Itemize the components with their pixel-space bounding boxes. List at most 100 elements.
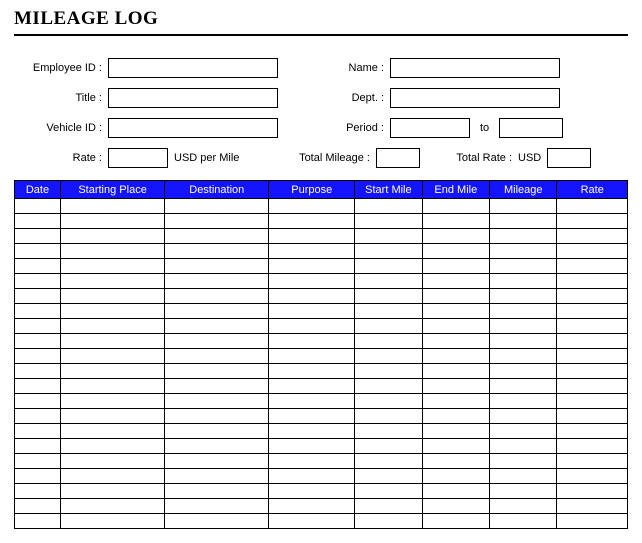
table-cell[interactable] [557, 424, 628, 439]
table-cell[interactable] [557, 409, 628, 424]
table-cell[interactable] [269, 319, 355, 334]
table-cell[interactable] [165, 259, 269, 274]
table-cell[interactable] [60, 304, 164, 319]
table-cell[interactable] [60, 409, 164, 424]
table-cell[interactable] [15, 514, 61, 529]
table-cell[interactable] [557, 364, 628, 379]
table-cell[interactable] [422, 469, 489, 484]
table-cell[interactable] [15, 319, 61, 334]
table-cell[interactable] [490, 499, 557, 514]
table-cell[interactable] [15, 259, 61, 274]
table-cell[interactable] [557, 514, 628, 529]
table-cell[interactable] [60, 214, 164, 229]
table-cell[interactable] [422, 484, 489, 499]
table-cell[interactable] [557, 274, 628, 289]
table-cell[interactable] [165, 514, 269, 529]
table-cell[interactable] [355, 514, 422, 529]
table-cell[interactable] [60, 244, 164, 259]
table-cell[interactable] [490, 304, 557, 319]
table-cell[interactable] [355, 379, 422, 394]
table-cell[interactable] [557, 259, 628, 274]
table-cell[interactable] [490, 514, 557, 529]
table-cell[interactable] [422, 454, 489, 469]
table-cell[interactable] [355, 424, 422, 439]
table-cell[interactable] [165, 244, 269, 259]
table-cell[interactable] [557, 379, 628, 394]
table-cell[interactable] [269, 514, 355, 529]
table-cell[interactable] [15, 379, 61, 394]
table-cell[interactable] [165, 424, 269, 439]
table-cell[interactable] [165, 199, 269, 214]
table-cell[interactable] [165, 349, 269, 364]
table-cell[interactable] [557, 394, 628, 409]
table-cell[interactable] [490, 424, 557, 439]
table-cell[interactable] [269, 334, 355, 349]
table-cell[interactable] [422, 394, 489, 409]
table-cell[interactable] [60, 514, 164, 529]
table-cell[interactable] [422, 379, 489, 394]
table-cell[interactable] [490, 214, 557, 229]
table-cell[interactable] [165, 289, 269, 304]
table-cell[interactable] [269, 259, 355, 274]
table-cell[interactable] [60, 259, 164, 274]
table-cell[interactable] [60, 454, 164, 469]
table-cell[interactable] [15, 349, 61, 364]
table-cell[interactable] [165, 364, 269, 379]
table-cell[interactable] [355, 319, 422, 334]
table-cell[interactable] [355, 199, 422, 214]
table-cell[interactable] [15, 214, 61, 229]
table-cell[interactable] [269, 214, 355, 229]
vehicle-id-field[interactable] [108, 118, 278, 138]
table-cell[interactable] [490, 379, 557, 394]
table-cell[interactable] [60, 484, 164, 499]
table-cell[interactable] [15, 484, 61, 499]
table-cell[interactable] [557, 319, 628, 334]
table-cell[interactable] [269, 439, 355, 454]
table-cell[interactable] [490, 229, 557, 244]
table-cell[interactable] [422, 409, 489, 424]
table-cell[interactable] [15, 454, 61, 469]
table-cell[interactable] [269, 274, 355, 289]
table-cell[interactable] [269, 364, 355, 379]
table-cell[interactable] [557, 199, 628, 214]
table-cell[interactable] [15, 394, 61, 409]
table-cell[interactable] [490, 454, 557, 469]
table-cell[interactable] [355, 274, 422, 289]
table-cell[interactable] [557, 454, 628, 469]
total-mileage-field[interactable] [376, 148, 420, 168]
table-cell[interactable] [60, 439, 164, 454]
table-cell[interactable] [15, 409, 61, 424]
table-cell[interactable] [269, 244, 355, 259]
table-cell[interactable] [422, 199, 489, 214]
table-cell[interactable] [355, 484, 422, 499]
table-cell[interactable] [15, 334, 61, 349]
table-cell[interactable] [165, 439, 269, 454]
table-cell[interactable] [490, 274, 557, 289]
table-cell[interactable] [269, 454, 355, 469]
table-cell[interactable] [355, 499, 422, 514]
table-cell[interactable] [165, 319, 269, 334]
table-cell[interactable] [422, 424, 489, 439]
table-cell[interactable] [355, 214, 422, 229]
table-cell[interactable] [422, 229, 489, 244]
table-cell[interactable] [15, 229, 61, 244]
table-cell[interactable] [269, 409, 355, 424]
name-field[interactable] [390, 58, 560, 78]
table-cell[interactable] [355, 394, 422, 409]
table-cell[interactable] [355, 409, 422, 424]
table-cell[interactable] [269, 424, 355, 439]
table-cell[interactable] [15, 424, 61, 439]
table-cell[interactable] [557, 469, 628, 484]
table-cell[interactable] [490, 199, 557, 214]
table-cell[interactable] [422, 334, 489, 349]
table-cell[interactable] [422, 259, 489, 274]
table-cell[interactable] [557, 349, 628, 364]
table-cell[interactable] [490, 469, 557, 484]
table-cell[interactable] [60, 199, 164, 214]
table-cell[interactable] [557, 214, 628, 229]
table-cell[interactable] [165, 304, 269, 319]
table-cell[interactable] [15, 289, 61, 304]
table-cell[interactable] [355, 469, 422, 484]
table-cell[interactable] [269, 499, 355, 514]
table-cell[interactable] [60, 229, 164, 244]
